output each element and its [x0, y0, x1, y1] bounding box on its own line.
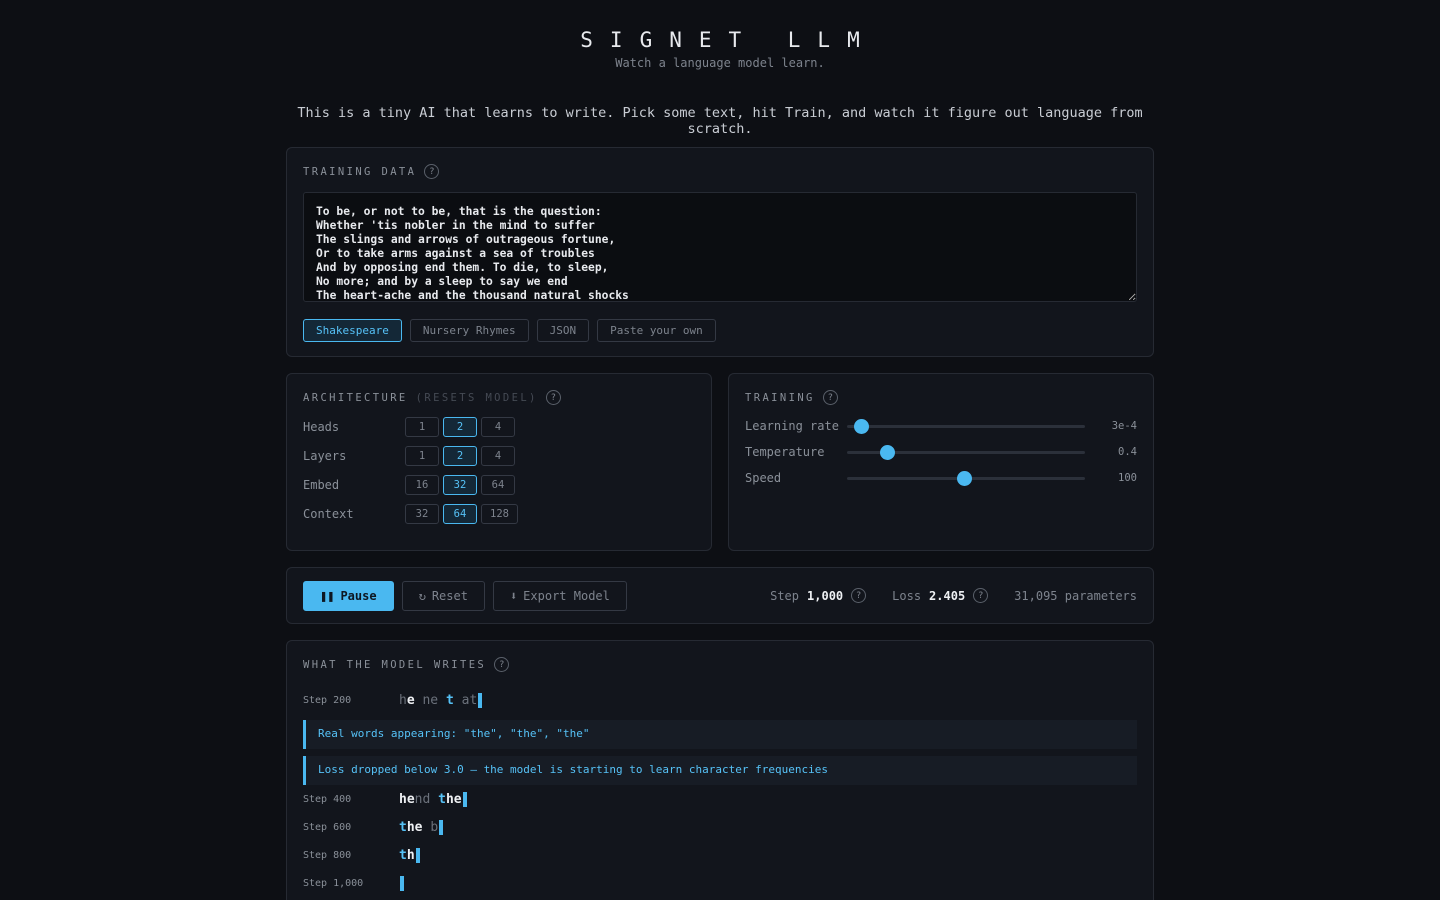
architecture-label: ARCHITECTURE (RESETS MODEL) ? [303, 390, 695, 405]
training-data-label: TRAINING DATA ? [303, 164, 1137, 179]
preset-list: Shakespeare Nursery Rhymes JSON Paste yo… [303, 319, 1137, 342]
help-icon[interactable]: ? [851, 588, 867, 603]
generation-row: Step 1,000 [303, 869, 1137, 897]
preset-nursery-rhymes[interactable]: Nursery Rhymes [409, 319, 529, 342]
generation-step: Step 800 [303, 849, 352, 861]
generation-text [399, 875, 404, 891]
context-option-64[interactable]: 64 [443, 504, 477, 524]
slider-temperature: Temperature 0.4 [745, 439, 1137, 465]
layers-option-1[interactable]: 1 [405, 446, 439, 466]
generation-row: Step 600 t he b [303, 813, 1137, 841]
slider-handle[interactable] [854, 418, 870, 434]
app-root: SIGNET LLM Watch a language model learn.… [286, 0, 1154, 900]
milestone-note: Real words appearing: "the", "the", "the… [303, 720, 1137, 749]
cursor-icon [439, 819, 444, 835]
embed-option-64[interactable]: 64 [481, 475, 515, 495]
intro-text: This is a tiny AI that learns to write. … [297, 105, 1143, 137]
help-icon[interactable]: ? [424, 164, 440, 179]
generation-step: Step 400 [303, 793, 352, 805]
generation-step: Step 200 [303, 694, 352, 706]
slider-learning-rate: Learning rate 3e-4 [745, 413, 1137, 439]
embed-option-16[interactable]: 16 [405, 475, 439, 495]
training-data-textarea[interactable] [303, 192, 1137, 302]
embed-option-32[interactable]: 32 [443, 475, 477, 495]
arch-row-context: Context 32 64 128 [303, 504, 695, 524]
preset-paste-your-own[interactable]: Paste your own [597, 319, 716, 342]
heads-option-4[interactable]: 4 [481, 417, 515, 437]
generation-row: Step 800 th [303, 841, 1137, 869]
model-output-panel: WHAT THE MODEL WRITES ? Step 200 he ne t… [286, 640, 1154, 900]
heads-option-2[interactable]: 2 [443, 417, 477, 437]
architecture-sublabel: (RESETS MODEL) [415, 391, 538, 404]
slider-label: Learning rate [745, 419, 839, 433]
generation-row: Step 200 he ne t at [303, 686, 1137, 714]
slider-handle[interactable] [880, 444, 896, 460]
parameter-count: 31,095 parameters [1014, 588, 1137, 603]
slider-value: 3e-4 [1111, 420, 1137, 432]
training-data-panel: TRAINING DATA ? Shakespeare Nursery Rhym… [286, 147, 1154, 357]
arch-row-embed: Embed 16 32 64 [303, 475, 695, 495]
settings-row: ARCHITECTURE (RESETS MODEL) ? Heads 1 2 4 La… [286, 373, 1154, 551]
output-label: WHAT THE MODEL WRITES ? [303, 657, 1137, 672]
generation-text: t he b [399, 819, 444, 835]
slider-track[interactable] [847, 444, 1085, 460]
app-subtitle: Watch a language model learn. [615, 56, 825, 70]
help-icon[interactable]: ? [973, 588, 989, 603]
cursor-icon [415, 847, 420, 863]
milestone-note: Loss dropped below 3.0 — the model is st… [303, 756, 1137, 785]
pause-button[interactable]: ❚❚ Pause [303, 580, 394, 611]
slider-track[interactable] [847, 470, 1085, 486]
preset-json[interactable]: JSON [536, 319, 590, 342]
arch-row-label: Heads [303, 420, 340, 434]
controls-panel: ❚❚ Pause ↻ Reset ⬇ Export Model Step 1,0… [286, 567, 1154, 624]
context-option-32[interactable]: 32 [405, 504, 439, 524]
app-title: SIGNET LLM [580, 28, 877, 52]
download-icon: ⬇ [509, 588, 518, 603]
slider-label: Temperature [745, 445, 825, 459]
arch-row-layers: Layers 1 2 4 [303, 446, 695, 466]
pause-icon: ❚❚ [320, 588, 335, 603]
training-panel: TRAINING ? Learning rate 3e-4 Temperature 0… [728, 373, 1154, 551]
arch-row-label: Context [303, 507, 354, 521]
help-icon[interactable]: ? [822, 390, 838, 405]
context-option-128[interactable]: 128 [481, 504, 518, 524]
layers-option-4[interactable]: 4 [481, 446, 515, 466]
cursor-icon [462, 791, 467, 807]
heads-option-1[interactable]: 1 [405, 417, 439, 437]
loss-value: 2.405 [929, 588, 966, 603]
architecture-panel: ARCHITECTURE (RESETS MODEL) ? Heads 1 2 4 La… [286, 373, 712, 551]
generation-text: he nd t he [399, 791, 467, 807]
reset-icon: ↻ [418, 588, 426, 603]
export-model-button[interactable]: ⬇ Export Model [492, 580, 627, 611]
slider-value: 100 [1118, 472, 1137, 484]
layers-option-2[interactable]: 2 [443, 446, 477, 466]
cursor-icon [400, 875, 404, 891]
training-stats: Step 1,000 ? Loss 2.405 ? 31,095 paramet… [770, 588, 1137, 603]
generation-step: Step 1,000 [303, 877, 364, 889]
arch-row-heads: Heads 1 2 4 [303, 417, 695, 437]
help-icon[interactable]: ? [494, 657, 510, 672]
slider-track[interactable] [847, 418, 1085, 434]
step-value: 1,000 [807, 588, 844, 603]
generation-text: th [399, 847, 420, 863]
cursor-icon [478, 692, 483, 708]
help-icon[interactable]: ? [545, 390, 561, 405]
step-label: Step [770, 588, 800, 603]
loss-label: Loss [892, 588, 922, 603]
generation-step: Step 600 [303, 821, 352, 833]
arch-row-label: Embed [303, 478, 340, 492]
slider-speed: Speed 100 [745, 465, 1137, 491]
arch-row-label: Layers [303, 449, 347, 463]
generation-text: he ne t at [399, 692, 483, 708]
training-label: TRAINING ? [745, 390, 1137, 405]
generation-row: Step 400 he nd t he [303, 785, 1137, 813]
slider-label: Speed [745, 471, 782, 485]
reset-button[interactable]: ↻ Reset [401, 580, 485, 611]
slider-value: 0.4 [1118, 446, 1137, 458]
preset-shakespeare[interactable]: Shakespeare [303, 319, 402, 342]
slider-handle[interactable] [956, 470, 972, 486]
